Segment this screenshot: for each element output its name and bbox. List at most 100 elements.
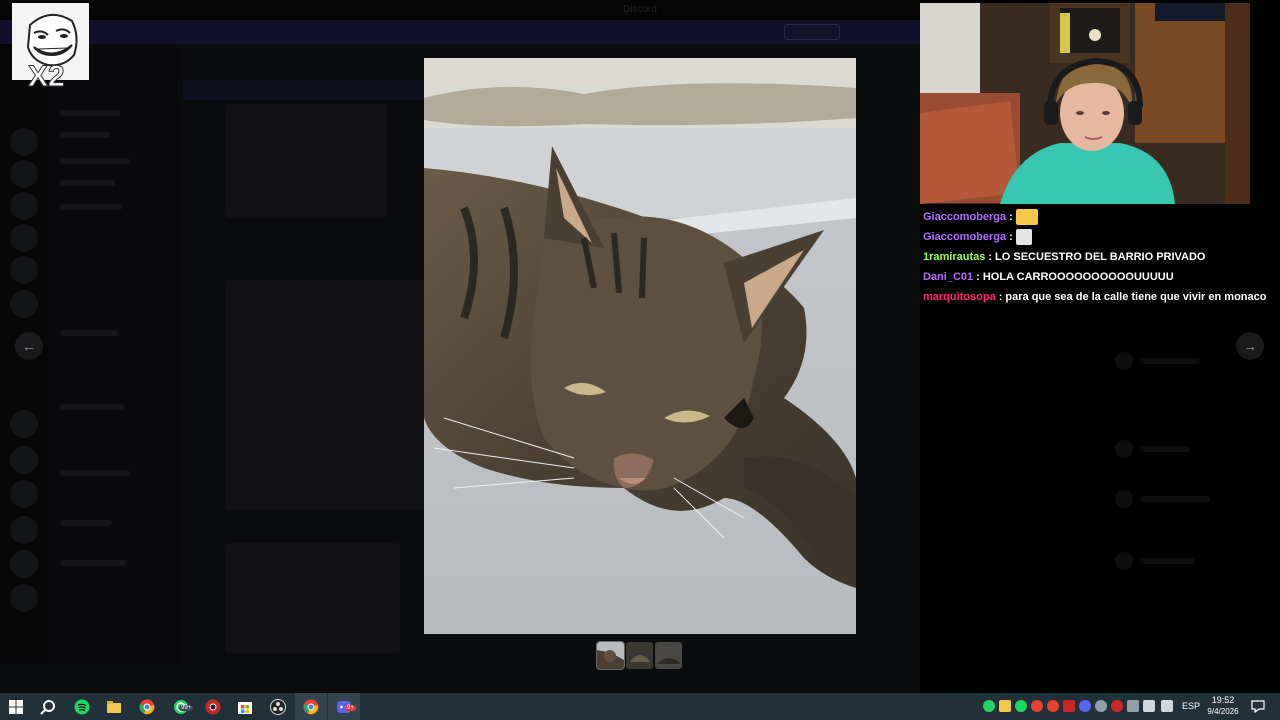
whatsapp-taskbar-button[interactable]: 99+	[165, 693, 197, 720]
image-thumbnails	[596, 641, 682, 670]
server-icon[interactable]	[10, 410, 38, 438]
file-explorer-icon	[107, 700, 121, 713]
member-avatar[interactable]	[1115, 552, 1133, 570]
chrome-icon	[139, 699, 155, 714]
channel-item[interactable]	[60, 560, 126, 566]
discord-badge: 9+	[345, 705, 356, 711]
member-name	[1140, 558, 1195, 564]
chat-text: para que sea de la calle tiene que vivir…	[1005, 291, 1267, 303]
channel-item[interactable]	[60, 470, 130, 476]
chat-username: Dani_C01	[923, 271, 974, 283]
member-name	[1140, 358, 1200, 364]
thumbnail-1[interactable]	[596, 641, 625, 670]
chat-separator: :	[1009, 211, 1013, 223]
member-name	[1140, 496, 1210, 502]
language-indicator[interactable]: ESP	[1182, 701, 1200, 711]
pen-icon[interactable]	[1161, 700, 1173, 712]
chat-separator: :	[988, 251, 993, 263]
member-avatar[interactable]	[1115, 352, 1133, 370]
channel-item[interactable]	[60, 404, 124, 410]
microsoft-store-taskbar-button[interactable]	[229, 693, 261, 720]
chat-image[interactable]	[225, 104, 387, 218]
spotify-tray-icon[interactable]	[1015, 700, 1027, 712]
next-image-button[interactable]: →	[1236, 332, 1264, 360]
app-tray-icon[interactable]	[1047, 700, 1059, 712]
thumbnail-cat-image	[597, 642, 624, 669]
obs-taskbar-button[interactable]	[262, 693, 294, 720]
logo-badge: X2	[28, 60, 66, 94]
channel-item[interactable]	[60, 520, 112, 526]
chrome-profile-taskbar-button[interactable]	[295, 693, 327, 720]
server-icon[interactable]	[10, 128, 38, 156]
chat-separator: :	[976, 271, 980, 283]
recording-tray-icon[interactable]	[1063, 700, 1075, 712]
chrome-red-taskbar-button[interactable]	[197, 693, 229, 720]
chat-image[interactable]	[225, 543, 400, 653]
server-icon[interactable]	[10, 160, 38, 188]
cat-photo[interactable]	[424, 58, 856, 634]
chat-separator: :	[1009, 231, 1013, 243]
chat-message: 1ramirautas : LO SECUESTRO DEL BARRIO PR…	[923, 247, 1280, 267]
thumbnail-2[interactable]	[626, 642, 653, 669]
chrome-profile-icon	[303, 699, 319, 714]
shield-tray-icon[interactable]	[999, 700, 1011, 712]
channel-item[interactable]	[60, 110, 120, 116]
search-icon	[40, 699, 55, 715]
server-icon[interactable]	[10, 256, 38, 284]
laughing-emote-icon	[1015, 209, 1038, 225]
webcam-feed	[920, 3, 1250, 204]
file-explorer-taskbar-button[interactable]	[98, 693, 130, 720]
channel-item[interactable]	[60, 330, 118, 336]
windows-taskbar: 99+ 9+ ESP 19:52 9/4/2026	[0, 693, 1280, 720]
chat-message: Giaccomoberga :	[923, 207, 1280, 227]
thumbnail-cat-image	[626, 642, 653, 669]
chat-message: Giaccomoberga :	[923, 227, 1280, 247]
antivirus-tray-icon[interactable]	[1111, 700, 1123, 712]
thumbnail-3[interactable]	[655, 642, 682, 669]
webcam-image	[920, 3, 1250, 204]
chat-separator: :	[998, 291, 1003, 303]
server-icon[interactable]	[10, 446, 38, 474]
chat-image[interactable]	[225, 280, 425, 510]
chrome-red-icon	[205, 699, 221, 714]
notification-icon	[1251, 700, 1265, 714]
server-icon[interactable]	[10, 224, 38, 252]
start-button[interactable]	[0, 693, 32, 720]
discord-taskbar-button[interactable]: 9+	[328, 693, 360, 720]
channel-item[interactable]	[60, 180, 115, 186]
server-icon[interactable]	[10, 480, 38, 508]
game-tray-icon[interactable]	[1031, 700, 1043, 712]
volume-icon[interactable]	[1143, 700, 1155, 712]
thumbnail-cat-image	[655, 642, 682, 669]
nitro-banner	[0, 20, 920, 44]
server-icon[interactable]	[10, 192, 38, 220]
spotify-icon	[74, 699, 90, 714]
spotify-taskbar-button[interactable]	[66, 693, 98, 720]
network-tray-icon[interactable]	[1127, 700, 1139, 712]
discord-tray-icon[interactable]	[1079, 700, 1091, 712]
clock-date[interactable]: 9/4/2026	[1203, 706, 1243, 718]
chat-username: marquitosopa	[923, 291, 996, 303]
chrome-taskbar-button[interactable]	[131, 693, 163, 720]
channel-item[interactable]	[60, 132, 110, 138]
microsoft-store-icon	[238, 701, 252, 714]
settings-tray-icon[interactable]	[1095, 700, 1107, 712]
server-icon[interactable]	[10, 550, 38, 578]
channel-item[interactable]	[60, 204, 122, 210]
previous-image-button[interactable]: ←	[15, 332, 43, 360]
clock-time[interactable]: 19:52	[1206, 694, 1240, 706]
server-icon[interactable]	[10, 584, 38, 612]
member-avatar[interactable]	[1115, 440, 1133, 458]
member-avatar[interactable]	[1115, 490, 1133, 508]
chat-text: LO SECUESTRO DEL BARRIO PRIVADO	[995, 251, 1206, 263]
server-icon[interactable]	[10, 516, 38, 544]
cat-photo-image	[424, 58, 856, 634]
chat-username: Giaccomoberga	[923, 211, 1007, 223]
whatsapp-badge: 99+	[179, 705, 194, 711]
whatsapp-tray-icon[interactable]	[983, 700, 995, 712]
banner-button[interactable]	[784, 24, 840, 40]
notification-center-button[interactable]	[1250, 698, 1266, 714]
server-icon[interactable]	[10, 290, 38, 318]
search-button[interactable]	[32, 693, 64, 720]
channel-item[interactable]	[60, 158, 130, 164]
